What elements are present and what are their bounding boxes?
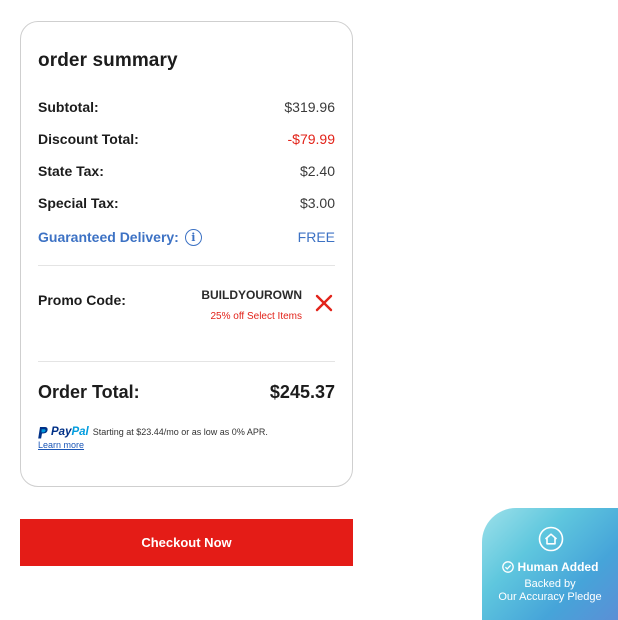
close-icon[interactable] xyxy=(315,294,333,312)
badge-title: Human Added xyxy=(517,560,599,574)
badge-line-1: Backed by xyxy=(524,578,576,590)
summary-title: order summary xyxy=(38,50,178,71)
info-icon[interactable]: i xyxy=(184,228,202,246)
state-tax-label: State Tax: xyxy=(38,163,104,179)
delivery-label-group: Guaranteed Delivery: i xyxy=(38,228,202,246)
special-tax-row: Special Tax: $3.00 xyxy=(38,193,335,213)
special-tax-label: Special Tax: xyxy=(38,195,119,211)
paypal-brand-pal: Pal xyxy=(71,426,89,438)
badge-line-2: Our Accuracy Pledge xyxy=(498,591,602,603)
subtotal-row: Subtotal: $319.96 xyxy=(38,97,335,117)
check-circle-icon xyxy=(501,561,514,573)
order-summary-card: order summary Subtotal: $319.96 Discount… xyxy=(20,21,353,487)
discount-label: Discount Total: xyxy=(38,131,139,147)
checkout-button[interactable]: Checkout Now xyxy=(20,519,353,566)
paypal-text: Starting at $23.44/mo or as low as 0% AP… xyxy=(92,427,268,437)
promo-description: 25% off Select Items xyxy=(210,311,302,322)
delivery-value: FREE xyxy=(297,229,335,245)
special-tax-value: $3.00 xyxy=(299,195,335,211)
delivery-label: Guaranteed Delivery: xyxy=(38,229,179,245)
subtotal-value: $319.96 xyxy=(284,99,335,115)
divider xyxy=(38,361,335,362)
paypal-message: Pay Pal Starting at $23.44/mo or as low a… xyxy=(38,426,338,452)
order-total-value: $245.37 xyxy=(269,382,335,402)
promo-code: BUILDYOUROWN xyxy=(201,288,302,302)
home-icon xyxy=(538,526,564,552)
delivery-row: Guaranteed Delivery: i FREE xyxy=(38,227,335,247)
paypal-brand-pay: Pay xyxy=(51,426,72,438)
discount-row: Discount Total: -$79.99 xyxy=(38,129,335,149)
promo-label: Promo Code: xyxy=(38,292,126,308)
badge-subtitle: Backed by Our Accuracy Pledge xyxy=(482,578,618,604)
learn-more-link[interactable]: Learn more xyxy=(38,440,84,450)
divider xyxy=(38,265,335,266)
discount-value: -$79.99 xyxy=(287,131,335,147)
badge-title-row: Human Added xyxy=(482,560,618,574)
state-tax-row: State Tax: $2.40 xyxy=(38,161,335,181)
human-added-badge[interactable]: Human Added Backed by Our Accuracy Pledg… xyxy=(482,508,618,620)
paypal-logo-icon: Pay Pal xyxy=(38,426,89,439)
subtotal-label: Subtotal: xyxy=(38,99,99,115)
paypal-line: Pay Pal Starting at $23.44/mo or as low a… xyxy=(38,426,338,439)
state-tax-value: $2.40 xyxy=(299,163,335,179)
order-total-label: Order Total: xyxy=(38,382,140,402)
paypal-p-icon xyxy=(38,426,48,438)
